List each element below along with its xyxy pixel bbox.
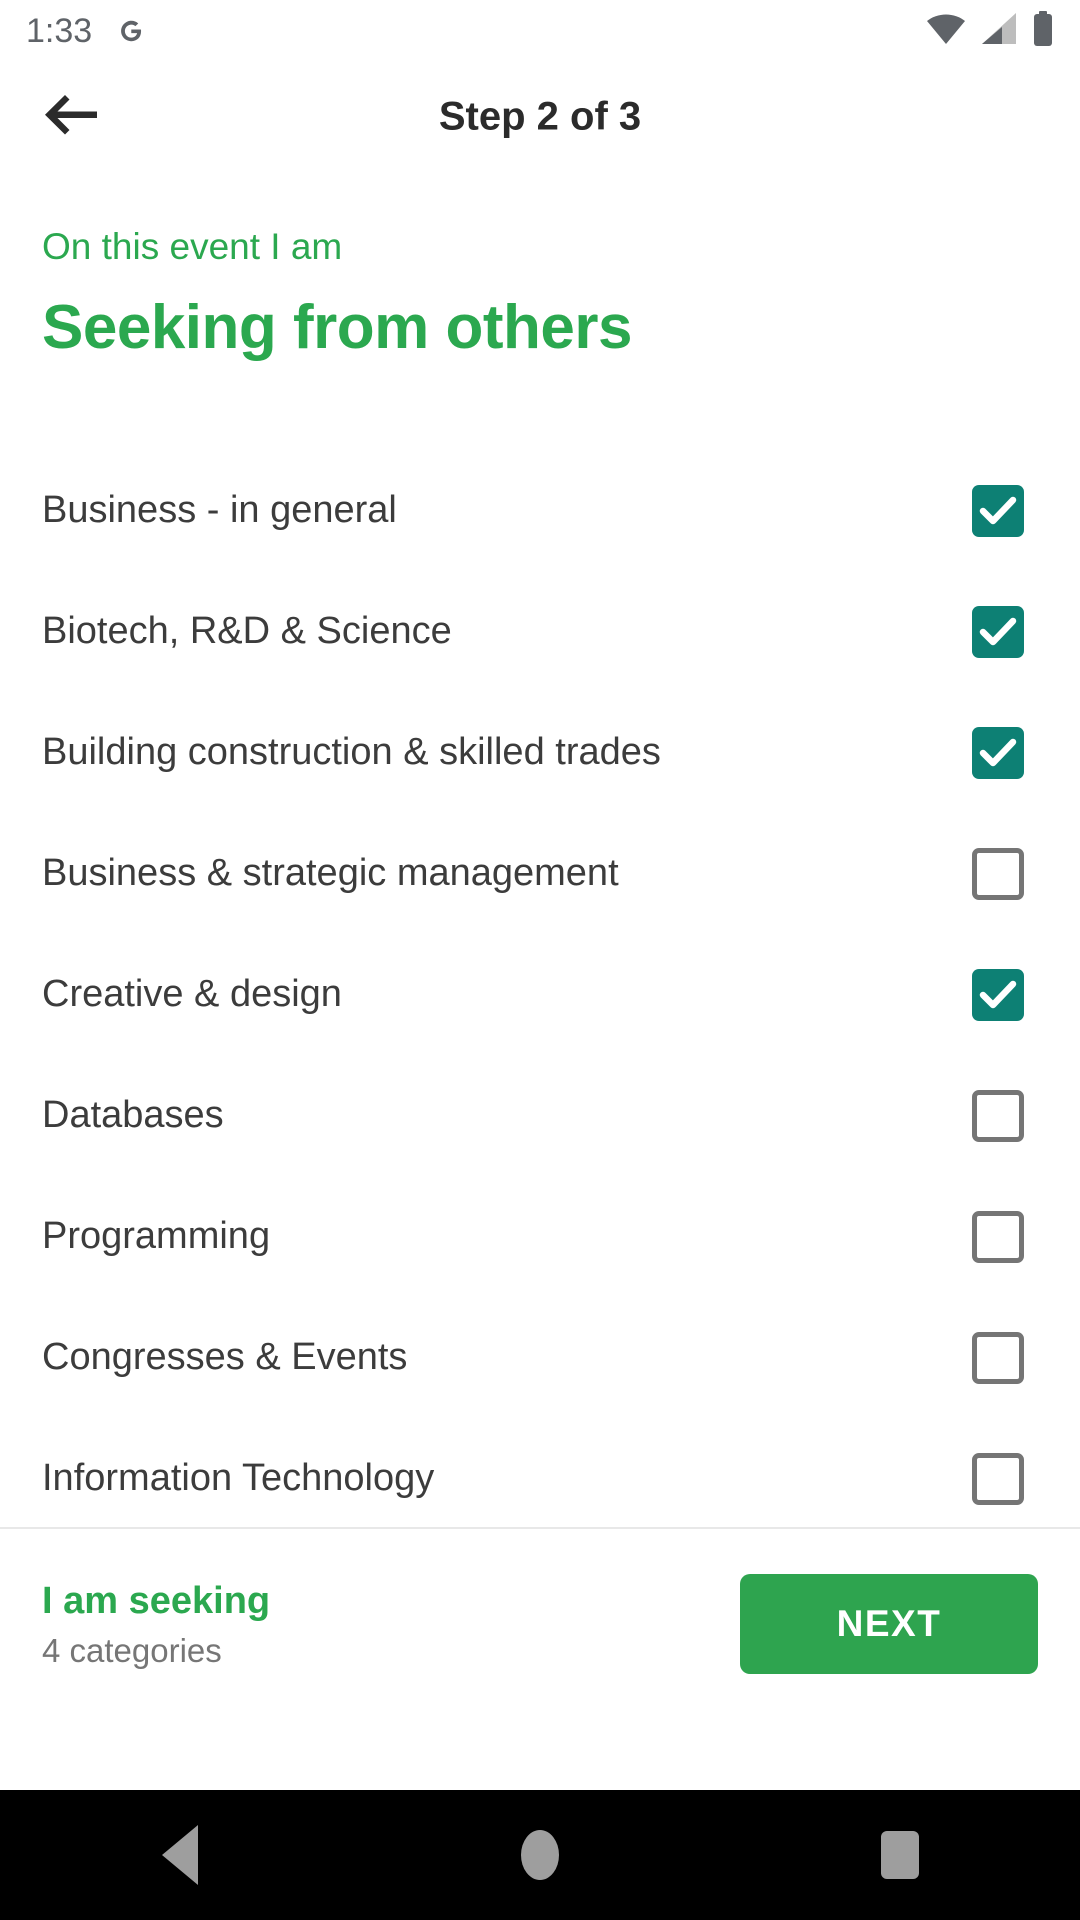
- category-label: Programming: [42, 1214, 271, 1257]
- category-label: Congresses & Events: [42, 1335, 408, 1378]
- nav-back-button[interactable]: [90, 1790, 270, 1920]
- category-row[interactable]: Databases: [0, 1055, 1080, 1176]
- category-label: Building construction & skilled trades: [42, 730, 661, 773]
- summary-count: 4 categories: [42, 1631, 222, 1669]
- nav-home-button[interactable]: [450, 1790, 630, 1920]
- page-title: Step 2 of 3: [438, 94, 642, 139]
- category-row[interactable]: Information Technology: [0, 1418, 1080, 1539]
- category-row[interactable]: Building construction & skilled trades: [0, 692, 1080, 813]
- next-button[interactable]: NEXT: [740, 1574, 1038, 1674]
- category-label: Business - in general: [42, 488, 397, 531]
- category-label: Information Technology: [42, 1456, 435, 1499]
- category-row[interactable]: Programming: [0, 1176, 1080, 1297]
- status-bar: 1:33: [0, 0, 1080, 62]
- status-bar-right: [926, 10, 1054, 52]
- google-g-icon: [114, 14, 148, 48]
- header-title: Seeking from others: [42, 293, 632, 362]
- checkbox-checked[interactable]: [972, 484, 1024, 537]
- nav-recents-icon: [881, 1831, 919, 1879]
- app-bar: Step 2 of 3: [0, 62, 1080, 172]
- nav-recents-button[interactable]: [810, 1790, 990, 1920]
- checkbox-unchecked[interactable]: [972, 1210, 1024, 1263]
- header-block: On this event I am Seeking from others: [42, 228, 1038, 360]
- checkbox-unchecked[interactable]: [972, 847, 1024, 900]
- category-row[interactable]: Business - in general: [0, 450, 1080, 571]
- wifi-icon: [926, 12, 966, 51]
- phone-screen: 1:33 Step 2 of 3 On this event I am Seek…: [0, 0, 1080, 1920]
- status-bar-clock: 1:33: [26, 11, 93, 50]
- status-bar-left: 1:33: [26, 12, 148, 51]
- category-row[interactable]: Creative & design: [0, 934, 1080, 1055]
- category-label: Biotech, R&D & Science: [42, 609, 452, 652]
- category-row[interactable]: Biotech, R&D & Science: [0, 571, 1080, 692]
- checkbox-unchecked[interactable]: [972, 1452, 1024, 1505]
- category-label: Creative & design: [42, 972, 342, 1015]
- cellular-signal-icon: [980, 12, 1018, 51]
- checkbox-checked[interactable]: [972, 968, 1024, 1021]
- battery-icon: [1032, 10, 1054, 52]
- nav-back-icon: [162, 1825, 198, 1885]
- checkbox-checked[interactable]: [972, 726, 1024, 779]
- category-list: Business - in general Biotech, R&D & Scie…: [0, 450, 1080, 1539]
- checkbox-unchecked[interactable]: [972, 1089, 1024, 1142]
- checkbox-unchecked[interactable]: [972, 1331, 1024, 1384]
- nav-home-icon: [521, 1830, 559, 1880]
- android-nav-bar: [0, 1790, 1080, 1920]
- category-label: Business & strategic management: [42, 851, 619, 894]
- category-label: Databases: [42, 1093, 224, 1136]
- checkbox-checked[interactable]: [972, 605, 1024, 658]
- footer-bar: I am seeking 4 categories NEXT: [0, 1529, 1080, 1719]
- summary-title: I am seeking: [42, 1579, 271, 1622]
- header-eyebrow: On this event I am: [42, 226, 343, 267]
- selection-summary: I am seeking 4 categories: [42, 1582, 270, 1667]
- category-row[interactable]: Business & strategic management: [0, 813, 1080, 934]
- category-row[interactable]: Congresses & Events: [0, 1297, 1080, 1418]
